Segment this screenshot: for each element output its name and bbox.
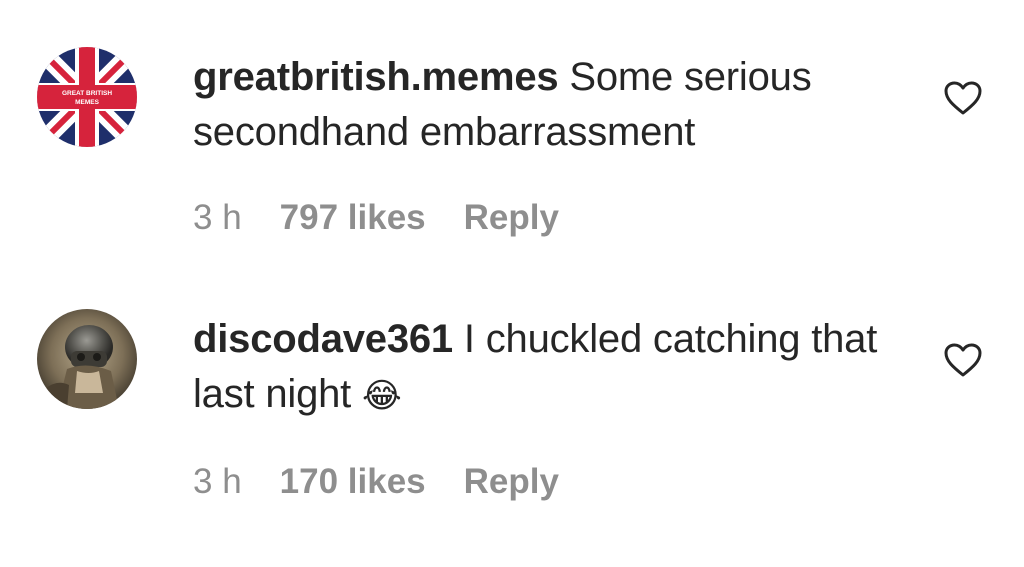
comment-likes-count[interactable]: 797 likes — [280, 196, 426, 240]
avatar-text-line2: MEMES — [75, 99, 100, 106]
avatar[interactable] — [37, 309, 137, 409]
tears-of-joy-emoji: 😂 — [362, 376, 402, 416]
comment-username[interactable]: discodave361 — [193, 317, 453, 361]
comment-text-block: discodave361 I chuckled catching that la… — [193, 312, 913, 424]
helmet-figure-avatar-image — [37, 309, 137, 409]
reply-button[interactable]: Reply — [464, 460, 559, 504]
heart-outline-icon — [944, 81, 982, 115]
union-jack-avatar-image: GREAT BRITISH MEMES — [37, 47, 137, 147]
comment-time[interactable]: 3 h — [193, 460, 242, 504]
like-button[interactable] — [943, 80, 983, 116]
avatar[interactable]: GREAT BRITISH MEMES — [37, 47, 137, 147]
reply-button[interactable]: Reply — [464, 196, 559, 240]
comment-username[interactable]: greatbritish.memes — [193, 55, 559, 99]
comment-likes-count[interactable]: 170 likes — [280, 460, 426, 504]
comment-meta: 3 h 170 likes Reply — [193, 460, 913, 504]
comment-meta: 3 h 797 likes Reply — [193, 196, 913, 240]
comment-body: greatbritish.memes Some serious secondha… — [193, 50, 913, 240]
comment-body: discodave361 I chuckled catching that la… — [193, 312, 913, 504]
comment-time[interactable]: 3 h — [193, 196, 242, 240]
comment-text-block: greatbritish.memes Some serious secondha… — [193, 50, 913, 160]
avatar-text-line1: GREAT BRITISH — [62, 90, 112, 97]
like-button[interactable] — [943, 342, 983, 378]
comments-list: GREAT BRITISH MEMES greatbritish.memes S… — [0, 0, 1024, 567]
heart-outline-icon — [944, 343, 982, 377]
